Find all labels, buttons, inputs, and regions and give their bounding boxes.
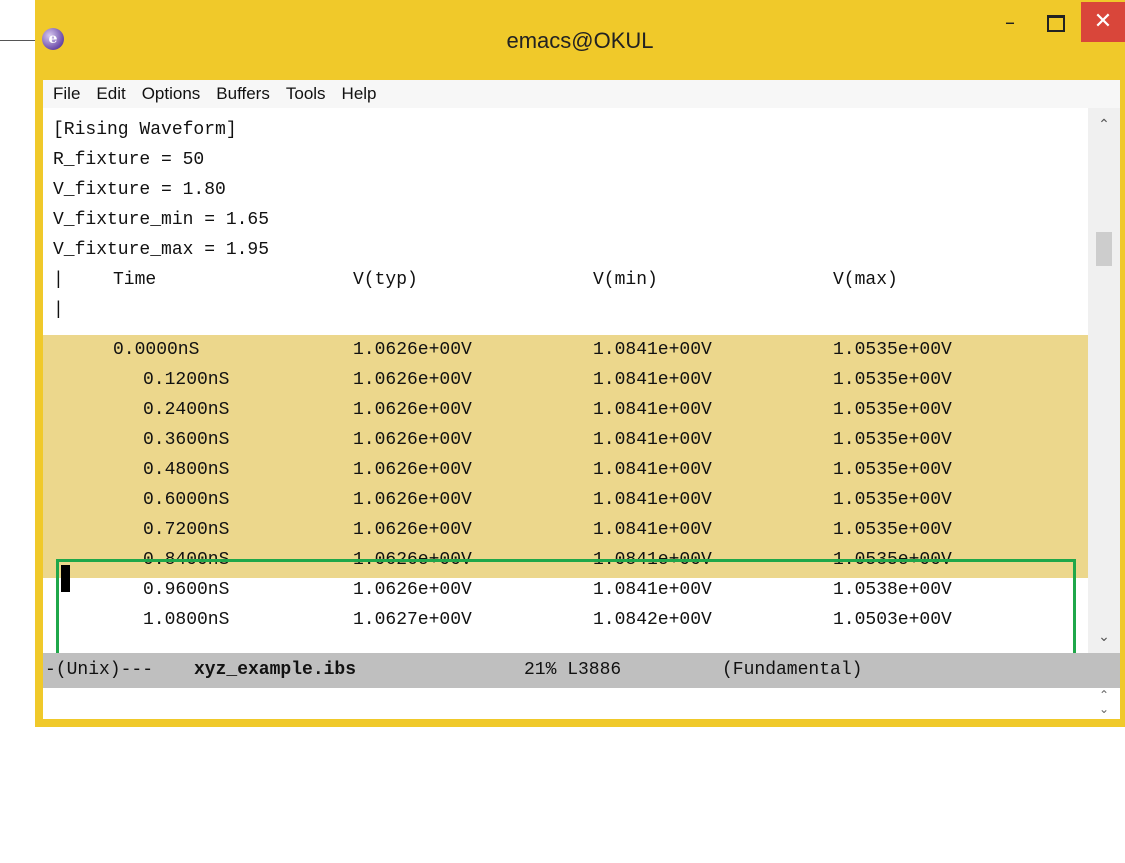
time-cell: 0.1200nS: [143, 370, 230, 390]
menu-buffers[interactable]: Buffers: [208, 80, 278, 108]
column-header-vtyp: V(typ): [353, 270, 418, 290]
scroll-down-icon[interactable]: ⌄: [1088, 626, 1120, 650]
time-cell: 0.7200nS: [143, 520, 230, 540]
table-row: 0.0000nS 1.0626e+00V 1.0841e+00V 1.0535e+00…: [43, 335, 1083, 365]
menu-bar: File Edit Options Buffers Tools Help: [43, 80, 1120, 108]
title-bar[interactable]: e emacs@OKUL – ✕: [35, 0, 1125, 80]
minibuffer-scroll-icon[interactable]: ⌃ ⌄: [1088, 688, 1120, 719]
text-buffer[interactable]: [Rising Waveform] R_fixture = 50 V_fixtu…: [43, 108, 1120, 653]
column-header-line: | Time V(typ) V(min) V(max): [43, 265, 1083, 295]
vtyp-cell: 1.0626e+00V: [353, 400, 472, 420]
vmin-cell: 1.0841e+00V: [593, 400, 712, 420]
modeline-position: 21% L3886: [524, 660, 622, 680]
vmax-cell: 1.0535e+00V: [833, 460, 952, 480]
time-cell: 0.3600nS: [143, 430, 230, 450]
vmax-cell: 1.0535e+00V: [833, 430, 952, 450]
vmin-cell: 1.0841e+00V: [593, 490, 712, 510]
background-line: [0, 40, 40, 41]
vmin-cell: 1.0841e+00V: [593, 340, 712, 360]
close-button[interactable]: ✕: [1081, 2, 1125, 42]
time-cell: 0.4800nS: [143, 460, 230, 480]
vertical-scrollbar[interactable]: ⌃ ⌄: [1088, 108, 1120, 653]
column-header-vmin: V(min): [593, 270, 658, 290]
vmin-cell: 1.0841e+00V: [593, 430, 712, 450]
table-row: 0.7200nS 1.0626e+00V 1.0841e+00V 1.0535e+00…: [43, 515, 1083, 545]
comment-line: |: [53, 300, 64, 320]
column-header-time: Time: [113, 270, 157, 290]
column-header-vmax: V(max): [833, 270, 898, 290]
vmin-cell: 1.0841e+00V: [593, 520, 712, 540]
modeline-mode: (Fundamental): [722, 660, 863, 680]
menu-tools[interactable]: Tools: [278, 80, 334, 108]
time-cell: 0.2400nS: [143, 400, 230, 420]
vmax-cell: 1.0535e+00V: [833, 490, 952, 510]
vtyp-cell: 1.0626e+00V: [353, 370, 472, 390]
vmax-cell: 1.0535e+00V: [833, 340, 952, 360]
vtyp-cell: 1.0626e+00V: [353, 490, 472, 510]
minimize-button[interactable]: –: [987, 2, 1033, 42]
minibuffer[interactable]: ⌃ ⌄: [43, 688, 1120, 719]
modeline-filename: xyz_example.ibs: [194, 660, 357, 680]
maximize-button[interactable]: [1033, 2, 1079, 42]
vtyp-cell: 1.0626e+00V: [353, 340, 472, 360]
time-cell: 0.6000nS: [143, 490, 230, 510]
text-cursor: [61, 565, 70, 592]
table-row: 0.3600nS 1.0626e+00V 1.0841e+00V 1.0535e+00…: [43, 425, 1083, 455]
vmax-cell: 1.0535e+00V: [833, 370, 952, 390]
vmax-cell: 1.0535e+00V: [833, 400, 952, 420]
menu-help[interactable]: Help: [334, 80, 385, 108]
buffer-line: V_fixture_max = 1.95: [53, 240, 270, 260]
modeline-prefix: -(Unix)---: [45, 660, 154, 680]
buffer-line: R_fixture = 50: [53, 150, 205, 170]
vtyp-cell: 1.0626e+00V: [353, 430, 472, 450]
menu-edit[interactable]: Edit: [88, 80, 133, 108]
table-row: 0.1200nS 1.0626e+00V 1.0841e+00V 1.0535e+00…: [43, 365, 1083, 395]
table-row: 0.2400nS 1.0626e+00V 1.0841e+00V 1.0535e+00…: [43, 395, 1083, 425]
window-title: emacs@OKUL: [506, 28, 654, 53]
mode-line: -(Unix)--- xyz_example.ibs 21% L3886 (Fu…: [43, 653, 1120, 688]
time-cell: 0.0000nS: [113, 340, 200, 360]
table-row: 0.4800nS 1.0626e+00V 1.0841e+00V 1.0535e+00…: [43, 455, 1083, 485]
buffer-line: V_fixture = 1.80: [53, 180, 226, 200]
table-row: 0.6000nS 1.0626e+00V 1.0841e+00V 1.0535e+00…: [43, 485, 1083, 515]
maximize-icon: [1047, 15, 1065, 32]
scrollbar-thumb[interactable]: [1096, 232, 1112, 266]
vtyp-cell: 1.0626e+00V: [353, 460, 472, 480]
selection-box: [56, 559, 1076, 653]
buffer-line: V_fixture_min = 1.65: [53, 210, 270, 230]
vtyp-cell: 1.0626e+00V: [353, 520, 472, 540]
vmax-cell: 1.0535e+00V: [833, 520, 952, 540]
menu-options[interactable]: Options: [134, 80, 209, 108]
buffer-line: [Rising Waveform]: [53, 120, 237, 140]
vmin-cell: 1.0841e+00V: [593, 460, 712, 480]
menu-file[interactable]: File: [43, 80, 88, 108]
vmin-cell: 1.0841e+00V: [593, 370, 712, 390]
comment-bar: |: [53, 270, 64, 290]
emacs-window: e emacs@OKUL – ✕ File Edit Options Buffers T…: [35, 0, 1125, 727]
scroll-up-icon[interactable]: ⌃: [1088, 114, 1120, 138]
